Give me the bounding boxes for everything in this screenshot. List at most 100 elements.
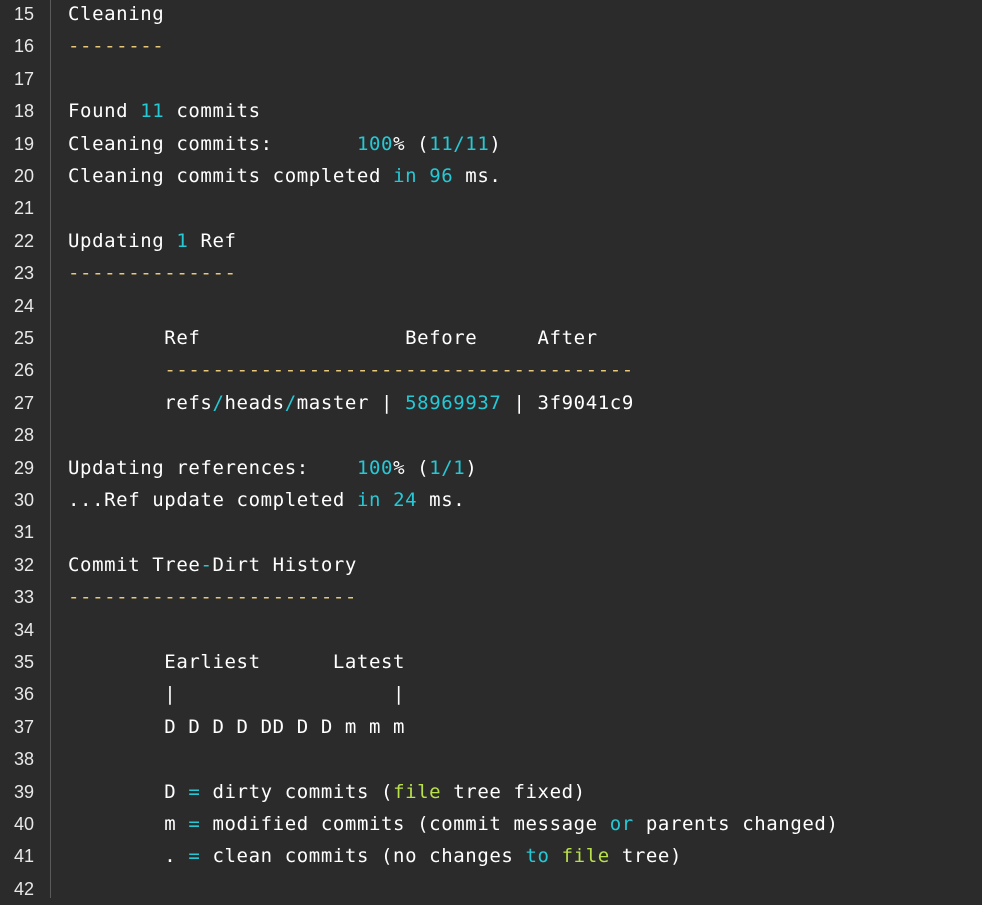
token: file — [561, 845, 610, 868]
token: | | — [68, 683, 406, 706]
token: ) — [465, 456, 478, 479]
line-number: 35 — [13, 652, 34, 672]
line-text: Cleaning commits: 100% (11/11) — [68, 128, 501, 160]
line-number: 33 — [13, 587, 34, 608]
token: Commit Tree — [68, 553, 201, 576]
token: Ref Before After — [68, 327, 598, 349]
token: clean commits (no changes — [200, 845, 526, 868]
token: or — [609, 813, 634, 835]
token: master | — [296, 391, 406, 414]
line-text: refs/heads/master | 58969937 | 3f9041c9 — [68, 387, 634, 419]
line-number: 36 — [13, 684, 34, 705]
line-text: m = modified commits (commit message or … — [68, 808, 839, 840]
line-number: 16 — [13, 36, 34, 57]
line-number: 21 — [13, 198, 34, 219]
code-line: 19 Cleaning commits: 100% (11/11) — [0, 128, 982, 160]
token: ) — [489, 132, 502, 155]
line-text: Ref Before After — [68, 322, 598, 354]
token: | 3f9041c9 — [501, 391, 634, 414]
token: ms. — [417, 489, 466, 511]
line-text: -------- — [68, 30, 164, 62]
code-line: 40 m = modified commits (commit message … — [0, 808, 982, 840]
token: in — [393, 165, 418, 187]
token: . — [68, 845, 189, 868]
token: in — [356, 489, 382, 511]
token: commits — [164, 100, 261, 123]
token: --------------------------------------- — [164, 359, 634, 382]
code-line: 15 Cleaning — [0, 0, 982, 30]
token: 58969937 — [405, 391, 502, 414]
token: tree) — [609, 845, 683, 868]
line-number: 27 — [13, 392, 34, 413]
token: 96 — [429, 165, 454, 187]
code-line: 39 D = dirty commits (file tree fixed) — [0, 776, 982, 808]
token: parents changed) — [633, 813, 839, 835]
code-line: 33 ------------------------ — [0, 581, 982, 613]
token: ...Ref update completed — [68, 489, 357, 511]
token: to — [525, 845, 550, 868]
token: heads — [224, 391, 285, 414]
line-text: D = dirty commits (file tree fixed) — [68, 776, 586, 808]
line-number: 41 — [13, 846, 34, 867]
token: 100 — [356, 456, 394, 479]
line-text: Updating 1 Ref — [68, 225, 237, 257]
token: = — [188, 813, 201, 835]
line-text: Updating references: 100% (1/1) — [68, 452, 477, 484]
token: / — [212, 391, 225, 414]
line-number: 18 — [13, 101, 34, 122]
code-line: 16 -------- — [0, 30, 982, 62]
token: 11/11 — [429, 132, 490, 155]
line-number: 39 — [13, 781, 34, 802]
code-line: 25 Ref Before After — [0, 322, 982, 354]
code-line: 27 refs/heads/master | 58969937 | 3f9041… — [0, 387, 982, 419]
code-line: 35 Earliest Latest — [0, 646, 982, 678]
line-text: . = clean commits (no changes to file tr… — [68, 840, 682, 872]
line-number: 31 — [13, 522, 34, 543]
token: = — [188, 845, 201, 868]
code-line: 18 Found 11 commits — [0, 95, 982, 127]
line-text: Found 11 commits — [68, 95, 261, 127]
line-text: Cleaning commits completed in 96 ms. — [68, 160, 501, 192]
code-line: 28 — [0, 419, 982, 451]
line-number: 42 — [13, 878, 34, 899]
line-number: 30 — [13, 490, 34, 510]
line-text: -------------- — [68, 257, 237, 289]
line-number: 32 — [13, 554, 34, 575]
code-line: 42 — [0, 873, 982, 905]
token: 1 — [176, 229, 189, 252]
token: file — [393, 780, 442, 803]
line-number: 29 — [13, 457, 34, 478]
line-number: 25 — [13, 328, 34, 348]
token: ms. — [453, 165, 502, 187]
line-number: 15 — [13, 4, 34, 24]
line-text: | | — [68, 678, 405, 710]
code-editor[interactable]: 15 Cleaning 16 -------- 17 18 Found 11 commits… — [0, 0, 982, 899]
token: Cleaning commits: — [68, 132, 357, 155]
token: dirty commits ( — [200, 780, 394, 803]
code-line: 29 Updating references: 100% (1/1) — [0, 452, 982, 484]
line-text: D D D D DD D D m m m — [68, 711, 405, 743]
line-text: Cleaning — [68, 0, 164, 30]
token: D D D D DD D D m m m — [68, 715, 406, 738]
code-line: 37 D D D D DD D D m m m — [0, 711, 982, 743]
token: Updating references: — [68, 456, 357, 479]
token: Updating — [68, 229, 177, 252]
token: -------- — [68, 35, 165, 58]
token: m — [68, 813, 189, 835]
line-text: ...Ref update completed in 24 ms. — [68, 484, 465, 516]
line-number: 19 — [13, 133, 34, 154]
token: Dirt History — [212, 553, 357, 576]
token: - — [200, 553, 213, 576]
token: % ( — [393, 456, 430, 479]
line-number: 22 — [13, 230, 34, 251]
line-number: 20 — [13, 166, 34, 186]
code-line: 32 Commit Tree-Dirt History — [0, 549, 982, 581]
token: ------------------------ — [68, 586, 357, 609]
line-text: Commit Tree-Dirt History — [68, 549, 357, 581]
token: 11 — [140, 100, 165, 123]
code-line: 24 — [0, 290, 982, 322]
